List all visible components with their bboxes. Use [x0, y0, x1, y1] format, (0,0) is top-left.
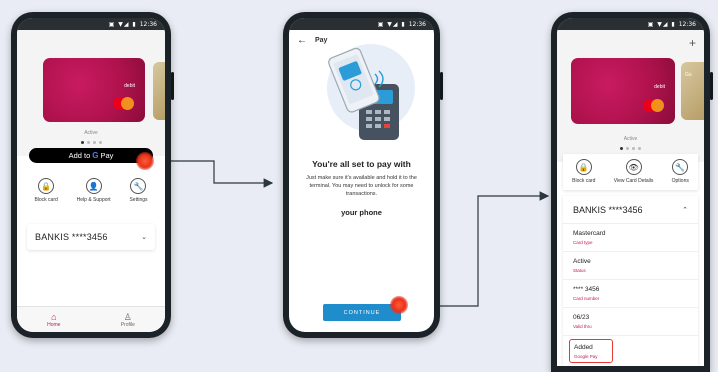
- card-area: debit Active: [17, 30, 165, 156]
- next-card-peek[interactable]: [153, 62, 165, 120]
- debit-card[interactable]: debit: [43, 58, 145, 122]
- nav-home[interactable]: ⌂ Home: [47, 312, 60, 328]
- action-label: Block card: [34, 197, 58, 203]
- card-actions: 🔒 Block card 👤 Help & Support 🔧 Settings: [25, 178, 157, 214]
- account-name: BANKIS ****3456: [35, 232, 108, 242]
- mastercard-logo: [113, 97, 135, 110]
- action-label: Options: [671, 178, 689, 184]
- detail-key: Card type: [573, 240, 593, 245]
- detail-value: 06/23: [573, 314, 590, 321]
- next-card-peek[interactable]: Go: [681, 62, 704, 120]
- wrench-icon: 🔧: [130, 178, 147, 194]
- chevron-down-icon: ⌄: [141, 234, 147, 241]
- detail-key: Valid thru: [573, 324, 592, 329]
- detail-value: **** 3456: [573, 286, 600, 293]
- detail-card-type: Mastercard Card type: [563, 224, 698, 252]
- phone-1-screen: ▣ ▼◢ ▮ 12:36 debit Active Add to G Pay 🔒…: [17, 18, 165, 332]
- help-support-button[interactable]: 👤 Help & Support: [77, 178, 111, 214]
- card-pagination: [17, 141, 165, 144]
- lock-icon: 🔒: [575, 159, 592, 175]
- phone-2: ▣ ▼◢ ▮ 12:36 ← Pay You're all set to pay…: [283, 12, 443, 338]
- card-state-label: Active: [623, 136, 638, 142]
- phone-2-screen: ▣ ▼◢ ▮ 12:36 ← Pay You're all set to pay…: [289, 18, 434, 332]
- view-card-details-button[interactable]: 👁 View Card Details: [613, 159, 654, 190]
- tap-indicator: [390, 296, 408, 314]
- status-icons: ▣ ▼◢ ▮: [377, 20, 406, 28]
- peek-card-label: Go: [685, 72, 692, 78]
- chevron-up-icon: ⌃: [682, 206, 688, 214]
- phone-1: ▣ ▼◢ ▮ 12:36 debit Active Add to G Pay 🔒…: [11, 12, 174, 338]
- card-state-label: Active: [84, 130, 98, 136]
- nav-profile[interactable]: ♙ Profile: [121, 312, 135, 328]
- instructions-text: Just make sure it's available and hold i…: [306, 175, 417, 197]
- wrench-icon: 🔧: [672, 159, 689, 175]
- status-bar: ▣ ▼◢ ▮ 12:36: [557, 18, 704, 30]
- detail-value: Active: [573, 258, 591, 265]
- status-icons: ▣ ▼◢ ▮: [108, 20, 137, 28]
- add-to-google-pay-button[interactable]: Add to G Pay: [29, 148, 153, 163]
- card-pagination: [557, 147, 704, 150]
- eye-icon: 👁: [625, 159, 642, 175]
- detail-google-pay-added: Added Google Pay: [569, 339, 613, 363]
- gpay-prefix: Add to: [68, 151, 91, 160]
- settings-button[interactable]: 🔧 Settings: [129, 178, 148, 214]
- profile-icon: ♙: [123, 311, 132, 322]
- status-time: 12:36: [139, 20, 157, 28]
- gpay-brand: Pay: [100, 151, 114, 160]
- action-label: View Card Details: [613, 178, 654, 184]
- nav-label: Home: [47, 321, 61, 328]
- status-bar: ▣ ▼◢ ▮ 12:36: [17, 18, 165, 30]
- block-card-button[interactable]: 🔒 Block card: [572, 159, 595, 190]
- phone-3: ▣ ▼◢ ▮ 12:36 + debit Go Active 🔒 Block c…: [551, 12, 713, 372]
- success-heading: You're all set to pay with: [289, 158, 434, 171]
- arrow-phone1-to-phone2: [160, 160, 274, 188]
- block-card-button[interactable]: 🔒 Block card: [34, 178, 58, 214]
- card-type-label: debit: [654, 84, 665, 90]
- phone-terminal-illustration: [327, 44, 415, 140]
- detail-key: Status: [573, 268, 586, 273]
- debit-card[interactable]: debit: [571, 58, 675, 124]
- detail-value: Added: [574, 343, 593, 351]
- google-g-icon: G: [92, 151, 99, 160]
- status-bar: ▣ ▼◢ ▮ 12:36: [289, 18, 434, 30]
- tap-indicator: [136, 152, 154, 170]
- status-icons: ▣ ▼◢ ▮: [647, 20, 676, 28]
- detail-key: Card number: [573, 296, 600, 301]
- detail-card-number: **** 3456 Card number: [563, 280, 698, 308]
- person-icon: 👤: [85, 178, 102, 194]
- account-row[interactable]: BANKIS ****3456 ⌃: [563, 196, 698, 224]
- card-actions: 🔒 Block card 👁 View Card Details 🔧 Optio…: [563, 154, 698, 190]
- card-details-panel: BANKIS ****3456 ⌃ Mastercard Card type A…: [563, 196, 698, 366]
- account-name: BANKIS ****3456: [573, 204, 643, 215]
- options-button[interactable]: 🔧 Options: [672, 159, 689, 190]
- heading-line-2: your phone: [341, 208, 382, 217]
- action-label: Help & Support: [76, 197, 111, 203]
- detail-valid-thru: 06/23 Valid thru: [563, 308, 698, 336]
- heading-line-1: You're all set to pay with: [312, 159, 411, 169]
- home-icon: ⌂: [51, 311, 57, 322]
- action-label: Settings: [129, 197, 148, 203]
- status-time: 12:36: [408, 20, 426, 28]
- phone-3-screen: ▣ ▼◢ ▮ 12:36 + debit Go Active 🔒 Block c…: [557, 18, 704, 366]
- card-area: + debit Go Active: [557, 30, 704, 162]
- detail-key: Google Pay: [574, 353, 598, 359]
- mastercard-logo: [643, 99, 665, 112]
- add-card-icon[interactable]: +: [689, 36, 696, 50]
- lock-icon: 🔒: [38, 178, 55, 194]
- back-arrow-icon[interactable]: ←: [297, 35, 307, 46]
- detail-status: Active Status: [563, 252, 698, 280]
- account-row[interactable]: BANKIS ****3456 ⌄: [27, 224, 155, 250]
- action-label: Block card: [572, 178, 596, 184]
- bottom-nav: ⌂ Home ♙ Profile: [17, 306, 165, 332]
- detail-value: Mastercard: [573, 230, 606, 237]
- card-type-label: debit: [124, 83, 135, 89]
- nav-label: Profile: [120, 321, 135, 328]
- status-time: 12:36: [678, 20, 696, 28]
